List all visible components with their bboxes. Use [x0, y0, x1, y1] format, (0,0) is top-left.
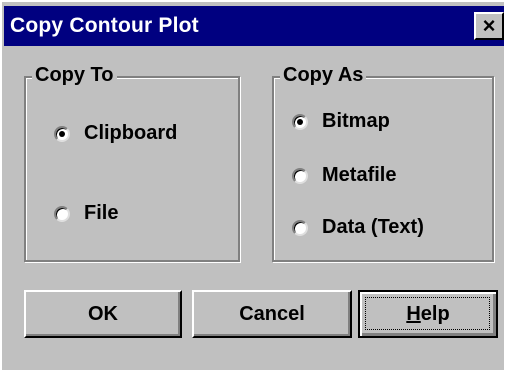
radio-bitmap-label: Bitmap: [322, 110, 390, 132]
radio-clipboard-indicator[interactable]: [54, 125, 70, 142]
radio-metafile-indicator[interactable]: [292, 167, 308, 184]
help-focus-ring: [365, 297, 490, 330]
radio-metafile-label: Metafile: [322, 164, 397, 186]
radio-file[interactable]: File: [54, 202, 118, 225]
radio-data-text-indicator[interactable]: [292, 219, 308, 236]
copy-to-legend: Copy To: [32, 64, 117, 87]
radio-data-text-label: Data (Text): [322, 216, 424, 238]
cancel-button[interactable]: Cancel: [192, 290, 352, 338]
radio-metafile[interactable]: Metafile: [292, 164, 396, 187]
radio-bitmap-indicator[interactable]: [292, 113, 308, 130]
copy-contour-plot-dialog: Copy Contour Plot × Copy To Clipboard Fi…: [0, 0, 504, 370]
help-button[interactable]: Help: [358, 290, 498, 338]
radio-clipboard-label: Clipboard: [84, 122, 178, 144]
close-icon: ×: [482, 13, 496, 38]
copy-to-group: Copy To: [24, 64, 240, 262]
close-button[interactable]: ×: [474, 12, 504, 40]
radio-file-indicator[interactable]: [54, 205, 70, 222]
radio-data-text[interactable]: Data (Text): [292, 216, 424, 239]
dialog-title: Copy Contour Plot: [10, 14, 199, 37]
radio-bitmap[interactable]: Bitmap: [292, 110, 390, 133]
ok-button-label: OK: [88, 302, 118, 325]
radio-file-label: File: [84, 202, 119, 224]
radio-clipboard[interactable]: Clipboard: [54, 122, 177, 145]
ok-button[interactable]: OK: [24, 290, 182, 338]
title-bar[interactable]: Copy Contour Plot ×: [4, 6, 504, 46]
cancel-button-label: Cancel: [239, 302, 305, 325]
copy-as-legend: Copy As: [280, 64, 367, 87]
